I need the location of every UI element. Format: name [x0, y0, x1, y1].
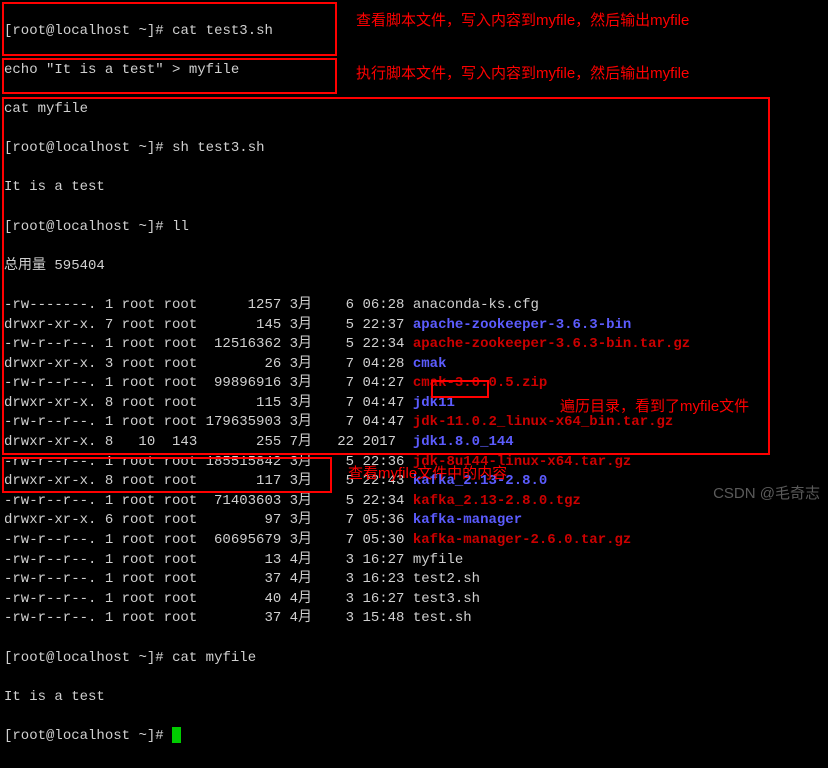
file-name: kafka_2.13-2.8.0.tgz — [413, 493, 581, 509]
list-item: -rw-r--r--. 1 root root 60695679 3月 7 05… — [4, 531, 824, 551]
file-name: anaconda-ks.cfg — [413, 297, 539, 313]
output-line: It is a test — [4, 178, 824, 198]
list-item: -rw-r--r--. 1 root root 99896916 3月 7 04… — [4, 374, 824, 394]
file-name: kafka-manager-2.6.0.tar.gz — [413, 532, 631, 548]
output-line: It is a test — [4, 688, 824, 708]
file-name: kafka-manager — [413, 512, 522, 528]
file-name: cmak-3.0.0.5.zip — [413, 375, 547, 391]
list-item: -rw-r--r--. 1 root root 40 4月 3 16:27 te… — [4, 590, 824, 610]
cursor-icon — [172, 727, 181, 743]
cmd-ll: ll — [172, 219, 189, 235]
annotation-text-1: 查看脚本文件，写入内容到myfile，然后输出myfile — [356, 10, 689, 31]
file-name: jdk1.8.0_144 — [413, 434, 514, 450]
file-name: apache-zookeeper-3.6.3-bin.tar.gz — [413, 336, 690, 352]
list-item: -rw-r--r--. 1 root root 37 4月 3 16:23 te… — [4, 570, 824, 590]
prompt-line: [root@localhost ~]# sh test3.sh — [4, 139, 824, 159]
prompt-user: root — [12, 23, 46, 39]
cmd-cat-script: cat test3.sh — [172, 23, 273, 39]
list-item: -rw-r--r--. 1 root root 13 4月 3 16:27 my… — [4, 551, 824, 571]
terminal[interactable]: [root@localhost ~]# cat test3.sh echo "I… — [0, 0, 828, 768]
file-name: myfile — [413, 552, 463, 568]
prompt-line: [root@localhost ~]# cat myfile — [4, 649, 824, 669]
file-name: test.sh — [413, 610, 472, 626]
list-item: drwxr-xr-x. 7 root root 145 3月 5 22:37 a… — [4, 316, 824, 336]
watermark: CSDN @毛奇志 — [713, 483, 820, 504]
annotation-text-4: 查看myfile文件中的内容 — [348, 463, 507, 484]
file-name: apache-zookeeper-3.6.3-bin — [413, 317, 631, 333]
list-item: -rw-------. 1 root root 1257 3月 6 06:28 … — [4, 296, 824, 316]
file-name: jdk11 — [413, 395, 455, 411]
total-line: 总用量 595404 — [4, 257, 824, 277]
annotation-text-3: 遍历目录，看到了myfile文件 — [560, 396, 749, 417]
cmd-cat-myfile: cat myfile — [172, 650, 256, 666]
list-item: -rw-r--r--. 1 root root 71403603 3月 5 22… — [4, 492, 824, 512]
file-name: test2.sh — [413, 571, 480, 587]
annotation-text-2: 执行脚本文件，写入内容到myfile，然后输出myfile — [356, 63, 689, 84]
cmd-sh: sh test3.sh — [172, 140, 264, 156]
list-item: drwxr-xr-x. 6 root root 97 3月 7 05:36 ka… — [4, 511, 824, 531]
prompt-line: [root@localhost ~]# — [4, 727, 824, 747]
list-item: drwxr-xr-x. 3 root root 26 3月 7 04:28 cm… — [4, 355, 824, 375]
list-item: -rw-r--r--. 1 root root 12516362 3月 5 22… — [4, 335, 824, 355]
prompt-line: [root@localhost ~]# ll — [4, 218, 824, 238]
list-item: drwxr-xr-x. 8 10 143 255 7月 22 2017 jdk1… — [4, 433, 824, 453]
script-line2: cat myfile — [4, 100, 824, 120]
file-name: cmak — [413, 356, 447, 372]
file-name: test3.sh — [413, 591, 480, 607]
list-item: -rw-r--r--. 1 root root 37 4月 3 15:48 te… — [4, 609, 824, 629]
